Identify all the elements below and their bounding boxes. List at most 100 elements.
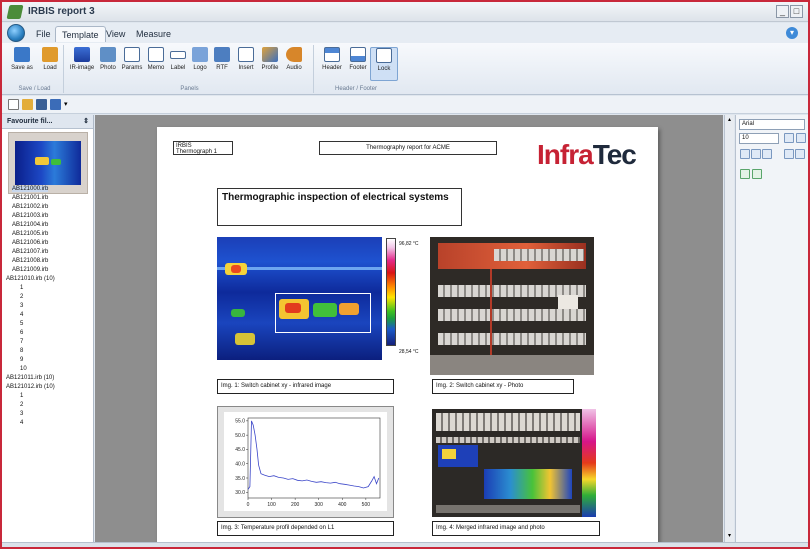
tab-view[interactable]: View: [100, 26, 131, 42]
merged-image[interactable]: [432, 409, 596, 517]
caption-img2[interactable]: Img. 2: Switch cabinet xy - Photo: [432, 379, 574, 394]
scroll-down-icon[interactable]: ▾: [726, 533, 733, 540]
chevron-down-icon[interactable]: ▾: [64, 99, 71, 110]
caption-img4[interactable]: Img. 4: Merged infrared image and photo: [432, 521, 600, 536]
italic-icon[interactable]: [751, 149, 761, 159]
save-as-button[interactable]: Save as: [8, 47, 36, 81]
thermal-thumbnail-image: [15, 141, 81, 185]
file-tree-group[interactable]: AB121010.irb (10): [6, 275, 92, 284]
x-tick-label: 400: [338, 502, 347, 508]
tab-file[interactable]: File: [30, 26, 57, 42]
file-tree-child[interactable]: 9: [6, 356, 92, 365]
file-tree-child[interactable]: 1: [6, 284, 92, 293]
file-tree-child[interactable]: 4: [6, 311, 92, 320]
file-tree-group[interactable]: AB121011.irb (10): [6, 374, 92, 383]
pin-icon[interactable]: ⇕: [83, 115, 89, 129]
app-logo-icon: [6, 5, 24, 19]
file-tree-child[interactable]: 5: [6, 320, 92, 329]
file-tree-item[interactable]: AB121003.irb: [6, 212, 92, 221]
x-tick-label: 500: [362, 502, 371, 508]
app-menu-orb-icon[interactable]: [7, 24, 25, 42]
file-tree-child[interactable]: 1: [6, 392, 92, 401]
save-as-icon: [14, 47, 30, 62]
file-tree-item[interactable]: AB121007.irb: [6, 248, 92, 257]
file-tree-child[interactable]: 2: [6, 293, 92, 302]
profile-icon: [262, 47, 278, 62]
audio-button[interactable]: Audio: [280, 47, 308, 81]
file-tree-child[interactable]: 3: [6, 302, 92, 311]
params-icon: [124, 47, 140, 62]
report-workspace: IRBIS Thermograph 1 Thermography report …: [95, 115, 723, 547]
align-center-icon[interactable]: [795, 149, 805, 159]
save-icon[interactable]: [50, 99, 61, 110]
file-tree-child[interactable]: 7: [6, 338, 92, 347]
minimize-button[interactable]: _: [776, 5, 789, 18]
help-icon[interactable]: ▾: [786, 27, 798, 39]
insert-icon: [238, 47, 254, 62]
fill-color-icon[interactable]: [796, 133, 806, 143]
font-size-select[interactable]: 10: [739, 133, 779, 144]
file-tree-child[interactable]: 3: [6, 410, 92, 419]
text-color-icon[interactable]: [784, 133, 794, 143]
align-left-icon[interactable]: [784, 149, 794, 159]
file-tree-child[interactable]: 10: [6, 365, 92, 374]
file-tree-group[interactable]: AB121012.irb (10): [6, 383, 92, 392]
ribbon-toolbar: Save as Load Save / Load IR-image Photo …: [2, 43, 808, 95]
open-folder-icon[interactable]: [22, 99, 33, 110]
file-tree: AB121000.irb AB121001.irb AB121002.irb AB12…: [6, 185, 92, 428]
file-tree-item[interactable]: AB121005.irb: [6, 230, 92, 239]
report-title-box[interactable]: Thermographic inspection of electrical s…: [217, 188, 462, 226]
footer-button[interactable]: Footer: [344, 47, 372, 81]
ribbon-group-panels: IR-image Photo Params Memo Label Logo RT…: [66, 45, 314, 93]
maximize-button[interactable]: □: [790, 5, 803, 18]
file-tree-item[interactable]: AB121001.irb: [6, 194, 92, 203]
file-tree-item[interactable]: AB121006.irb: [6, 239, 92, 248]
y-tick-label: 45.0: [235, 447, 245, 453]
footer-icon: [350, 47, 366, 62]
y-tick-label: 40.0: [235, 462, 245, 468]
lock-icon: [376, 48, 392, 63]
file-tree-item[interactable]: AB121002.irb: [6, 203, 92, 212]
bullet-list-icon[interactable]: [740, 169, 750, 179]
delete-icon[interactable]: [36, 99, 47, 110]
x-tick-label: 100: [267, 502, 276, 508]
caption-img1[interactable]: Img. 1: Switch cabinet xy - infrared ima…: [217, 379, 394, 394]
ribbon-group-label: Save / Load: [18, 86, 51, 92]
scale-min-label: 28,54 °C: [399, 349, 419, 355]
status-bar: [2, 542, 808, 547]
file-tree-child[interactable]: 4: [6, 419, 92, 428]
lock-button[interactable]: Lock: [370, 47, 398, 81]
memo-icon: [148, 47, 164, 62]
photo-icon: [100, 47, 116, 62]
format-panel: Arial 10: [735, 115, 808, 542]
underline-icon[interactable]: [762, 149, 772, 159]
file-tree-child[interactable]: 8: [6, 347, 92, 356]
tab-template[interactable]: Template: [55, 26, 106, 42]
ir-image-button[interactable]: IR-image: [68, 47, 96, 81]
numbered-list-icon[interactable]: [752, 169, 762, 179]
new-file-icon[interactable]: [8, 99, 19, 110]
file-tree-item[interactable]: AB121004.irb: [6, 221, 92, 230]
y-tick-label: 35.0: [235, 476, 245, 482]
file-tree-item[interactable]: AB121008.irb: [6, 257, 92, 266]
caption-img3[interactable]: Img. 3: Temperature profil depended on L…: [217, 521, 394, 536]
report-header-left-box[interactable]: IRBIS Thermograph 1: [173, 141, 233, 155]
load-button[interactable]: Load: [36, 47, 64, 81]
header-button[interactable]: Header: [318, 47, 346, 81]
bold-icon[interactable]: [740, 149, 750, 159]
file-tree-child[interactable]: 2: [6, 401, 92, 410]
report-header-title-box[interactable]: Thermography report for ACME: [319, 141, 497, 155]
scroll-up-icon[interactable]: ▴: [726, 117, 733, 124]
app-window: IRBIS report 3 _ □ File Template View Me…: [0, 0, 810, 549]
tab-measure[interactable]: Measure: [130, 26, 177, 42]
infrared-image[interactable]: [217, 237, 382, 360]
font-name-select[interactable]: Arial: [739, 119, 805, 130]
favourites-header: Favourite fil... ⇕: [2, 115, 93, 129]
file-tree-item[interactable]: AB121009.irb: [6, 266, 92, 275]
file-tree-item[interactable]: AB121000.irb: [6, 185, 92, 194]
ribbon-group-header-footer: Header Footer Lock Header / Footer: [316, 45, 398, 93]
cabinet-photo[interactable]: [430, 237, 594, 375]
workspace-scrollbar[interactable]: ▴ ▾: [724, 115, 734, 542]
file-tree-child[interactable]: 6: [6, 329, 92, 338]
temperature-profile-frame[interactable]: 30.0 35.0 40.0 45.0 50.0 55.0 0 100 200 300 400 500: [217, 406, 394, 518]
